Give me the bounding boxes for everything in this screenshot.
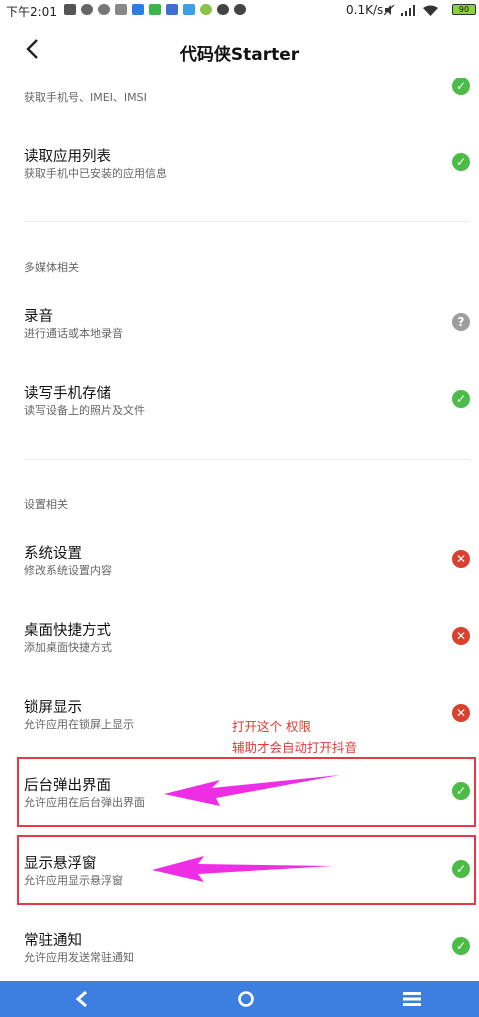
permission-item-system-settings[interactable]: 系统设置 修改系统设置内容 ✕ bbox=[0, 520, 479, 598]
app-icon bbox=[149, 4, 161, 15]
question-circle-icon: ? bbox=[452, 313, 470, 331]
navigation-bar bbox=[0, 981, 479, 1017]
check-circle-icon: ✓ bbox=[452, 153, 470, 171]
arrow-icon bbox=[152, 856, 333, 882]
mute-icon bbox=[383, 4, 395, 16]
permission-name: 锁屏显示 bbox=[24, 700, 82, 716]
permission-desc: 获取手机号、IMEI、IMSI bbox=[24, 91, 147, 104]
permission-name: 桌面快捷方式 bbox=[24, 623, 111, 639]
permission-desc: 进行通话或本地录音 bbox=[24, 327, 123, 340]
keyboard-icon bbox=[115, 4, 127, 15]
app-icon bbox=[183, 4, 195, 15]
wechat-icon bbox=[81, 4, 93, 15]
nav-home-icon bbox=[238, 991, 254, 1007]
gear-icon bbox=[98, 4, 110, 15]
permission-desc: 获取手机中已安装的应用信息 bbox=[24, 167, 167, 180]
p-icon bbox=[217, 4, 229, 15]
section-title-media: 多媒体相关 bbox=[24, 261, 79, 274]
nav-back-button[interactable] bbox=[52, 981, 112, 1017]
permission-name: 录音 bbox=[24, 309, 53, 325]
android-icon bbox=[200, 4, 212, 15]
permission-name: 系统设置 bbox=[24, 546, 82, 562]
nav-back-icon bbox=[75, 990, 87, 1008]
nav-home-button[interactable] bbox=[216, 981, 276, 1017]
permission-desc: 允许应用在锁屏上显示 bbox=[24, 718, 134, 731]
permission-desc: 修改系统设置内容 bbox=[24, 564, 112, 577]
nav-menu-button[interactable] bbox=[382, 981, 442, 1017]
permission-name: 读写手机存储 bbox=[24, 386, 111, 402]
signal-icon bbox=[401, 4, 415, 16]
message-icon bbox=[64, 4, 76, 15]
app-icon bbox=[166, 4, 178, 15]
x-circle-icon: ✕ bbox=[452, 627, 470, 645]
permission-desc: 读写设备上的照片及文件 bbox=[24, 404, 145, 417]
battery-icon: 90 bbox=[452, 4, 476, 15]
x-circle-icon: ✕ bbox=[452, 550, 470, 568]
p-icon bbox=[234, 4, 246, 15]
divider bbox=[24, 459, 470, 460]
notification-icons bbox=[64, 4, 246, 15]
permission-desc: 允许应用发送常驻通知 bbox=[24, 951, 134, 964]
status-bar: 下午2:01 0.1K/s 90 bbox=[0, 0, 479, 20]
nav-menu-icon bbox=[403, 992, 421, 1006]
battery-level: 90 bbox=[458, 5, 470, 14]
permission-item-app-list[interactable]: 读取应用列表 获取手机中已安装的应用信息 ✓ bbox=[0, 123, 479, 201]
divider bbox=[24, 221, 470, 222]
wifi-icon bbox=[423, 5, 438, 16]
permission-desc: 添加桌面快捷方式 bbox=[24, 641, 112, 654]
chevron-left-icon bbox=[26, 39, 38, 59]
permission-name: 读取应用列表 bbox=[24, 149, 111, 165]
permission-item-storage[interactable]: 读写手机存储 读写设备上的照片及文件 ✓ bbox=[0, 360, 479, 438]
status-time: 下午2:01 bbox=[6, 5, 57, 19]
x-circle-icon: ✕ bbox=[452, 704, 470, 722]
permission-item-record[interactable]: 录音 进行通话或本地录音 ? bbox=[0, 283, 479, 361]
arrow-icon bbox=[164, 775, 340, 806]
app-icon bbox=[132, 4, 144, 15]
check-circle-icon: ✓ bbox=[452, 390, 470, 408]
permission-name: 常驻通知 bbox=[24, 933, 82, 949]
net-speed: 0.1K/s bbox=[346, 3, 384, 17]
permission-item-shortcut[interactable]: 桌面快捷方式 添加桌面快捷方式 ✕ bbox=[0, 597, 479, 675]
back-button[interactable] bbox=[18, 34, 46, 64]
annotation-line-1: 打开这个 权限 bbox=[232, 719, 311, 734]
check-circle-icon: ✓ bbox=[452, 77, 470, 95]
check-circle-icon: ✓ bbox=[452, 937, 470, 955]
permission-item-persistent-notification[interactable]: 常驻通知 允许应用发送常驻通知 ✓ bbox=[0, 907, 479, 985]
section-title-settings: 设置相关 bbox=[24, 498, 68, 511]
